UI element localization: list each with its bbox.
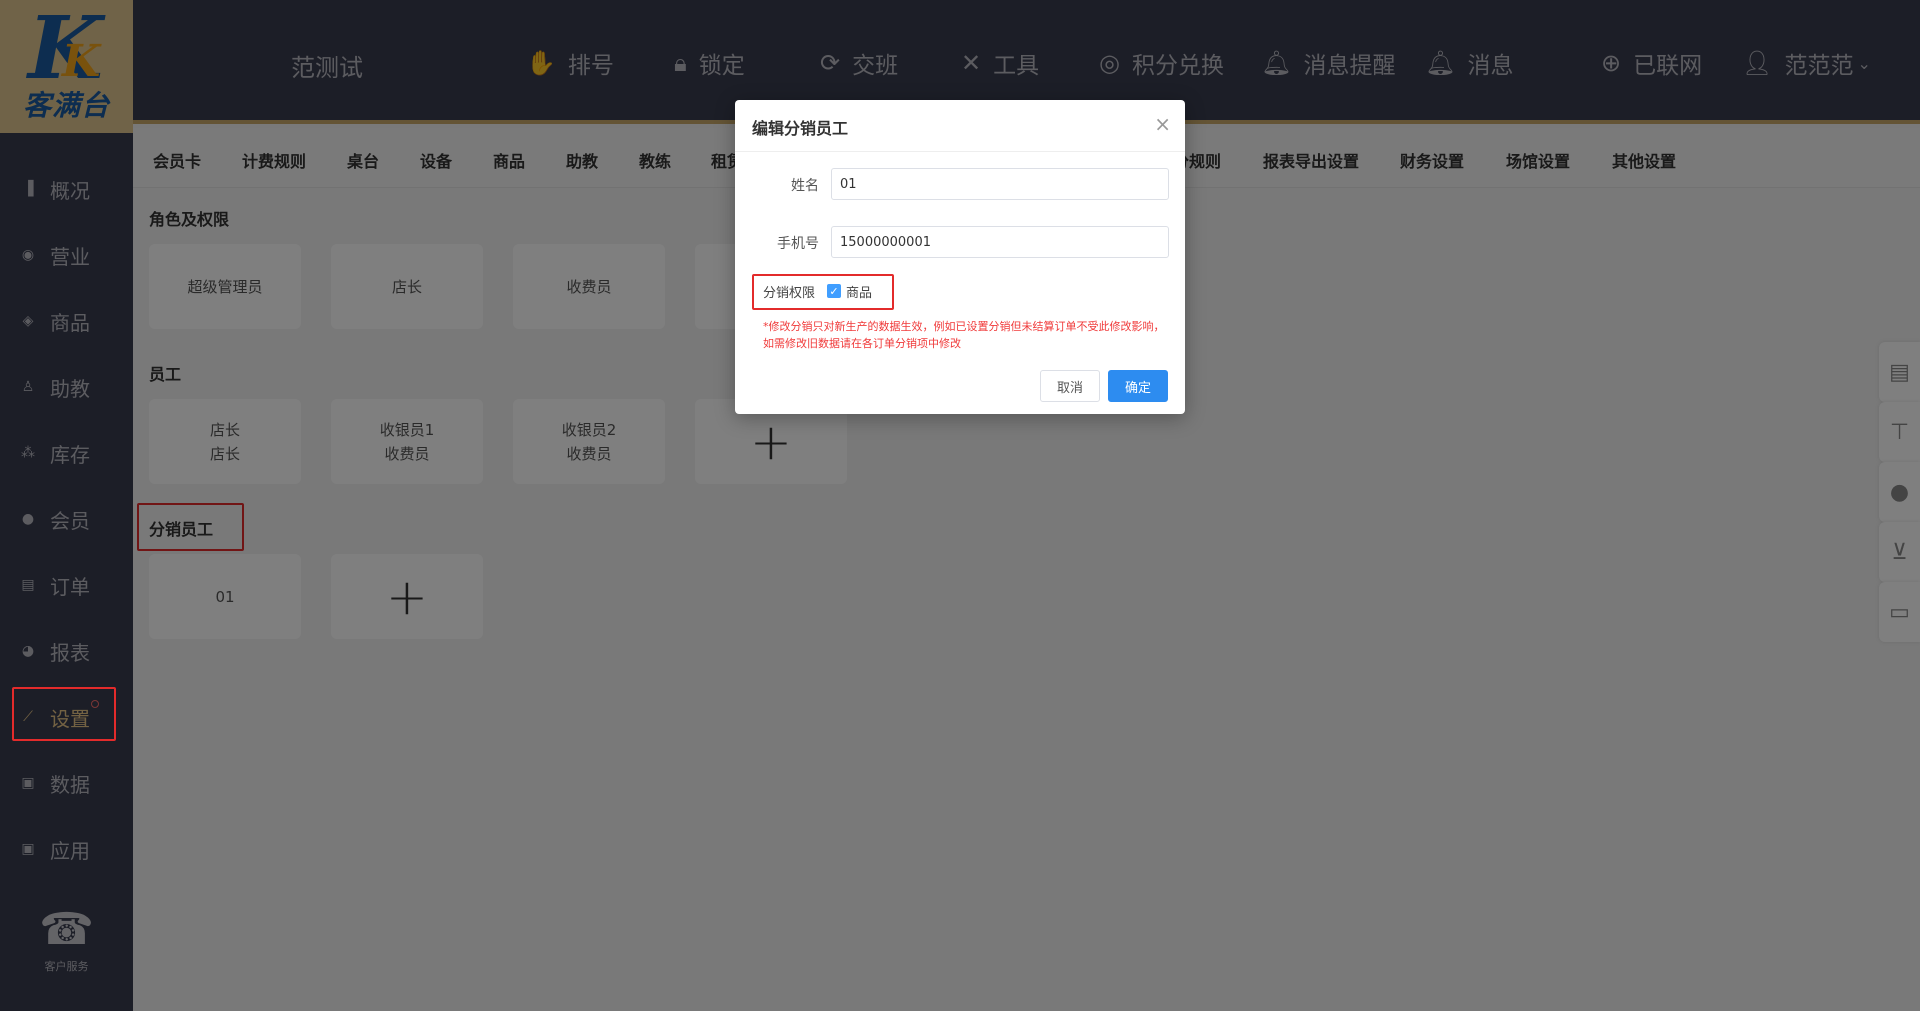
phone-label: 手机号	[777, 236, 819, 252]
cancel-button[interactable]: 取消	[1040, 370, 1100, 402]
dialog-title: 编辑分销员工	[752, 119, 849, 138]
name-label: 姓名	[791, 178, 819, 194]
confirm-button[interactable]: 确定	[1108, 370, 1168, 402]
highlight-box	[12, 687, 116, 741]
warning-text: *修改分销只对新生产的数据生效，例如已设置分销但未结算订单不受此修改影响，如需修…	[763, 320, 1165, 350]
phone-row: 手机号	[735, 226, 1185, 258]
highlight-box	[752, 274, 894, 310]
name-input[interactable]	[831, 168, 1169, 200]
close-icon[interactable]: ×	[1154, 114, 1171, 134]
edit-distributor-dialog: 编辑分销员工 × 姓名 手机号 分销权限 ✓ 商品 *修改分销只对新生产的数据生…	[735, 100, 1185, 414]
phone-input[interactable]	[831, 226, 1169, 258]
name-row: 姓名	[735, 168, 1185, 200]
dialog-header: 编辑分销员工 ×	[735, 100, 1185, 152]
